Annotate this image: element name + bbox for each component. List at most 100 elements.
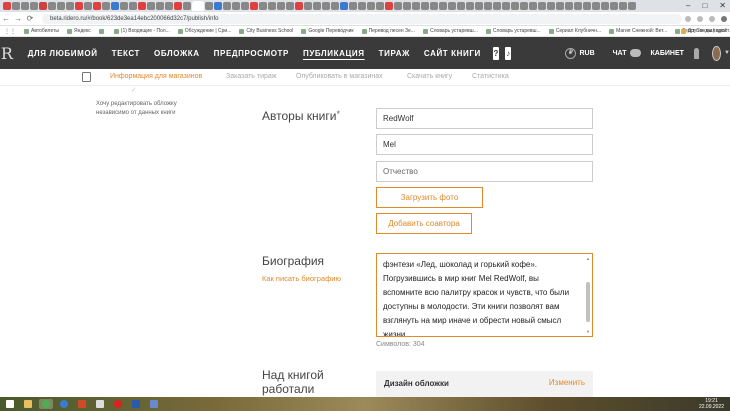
bookmark-item[interactable]: Автобилеты (24, 28, 59, 34)
browser-tab[interactable] (448, 2, 456, 10)
browser-tab[interactable] (439, 2, 447, 10)
clock[interactable]: 19:21 22.09.2022 (699, 398, 724, 410)
bookmark-item[interactable]: Яндекс (66, 28, 91, 34)
browser-tab[interactable] (385, 2, 393, 10)
app-icon[interactable] (147, 399, 161, 409)
browser-tab[interactable] (268, 2, 276, 10)
minimize-icon[interactable]: – (686, 1, 690, 10)
browser-tab[interactable] (174, 2, 182, 10)
biography-textarea[interactable]: фэнтези «Лед, шоколад и горький кофе». П… (376, 253, 593, 337)
browser-tab[interactable] (277, 2, 285, 10)
change-link[interactable]: Изменить (549, 378, 585, 387)
browser-tab[interactable] (358, 2, 366, 10)
browser-tab[interactable] (156, 2, 164, 10)
browser-tab[interactable] (331, 2, 339, 10)
browser-tab[interactable] (129, 2, 137, 10)
app-icon[interactable] (93, 399, 107, 409)
browser-tab[interactable] (75, 2, 83, 10)
browser-tab[interactable] (502, 2, 510, 10)
browser-tab-active[interactable] (192, 1, 204, 11)
browser-tab[interactable] (30, 2, 38, 10)
browser-tab[interactable] (214, 2, 222, 10)
browser-tab[interactable] (3, 2, 11, 10)
media-icon[interactable] (57, 399, 71, 409)
browser-tab[interactable] (111, 2, 119, 10)
help-button[interactable]: ? (492, 46, 500, 60)
close-window-icon[interactable]: ✕ (719, 1, 726, 10)
powerpoint-icon[interactable] (75, 399, 89, 409)
nav-item[interactable]: ПРЕДПРОСМОТР (214, 49, 289, 58)
browser-tab[interactable] (403, 2, 411, 10)
explorer-icon[interactable] (21, 399, 35, 409)
browser-tab[interactable] (259, 2, 267, 10)
browser-tab[interactable] (295, 2, 303, 10)
currency-selector[interactable]: ₽ RUB (565, 47, 595, 59)
browser-tab[interactable] (205, 2, 213, 10)
browser-tab[interactable] (511, 2, 519, 10)
url-input[interactable]: beta.ridero.ru/#/book/623de3ea14ebc20006… (42, 13, 682, 24)
nav-item[interactable]: ТИРАЖ (379, 49, 410, 58)
browser-tab[interactable] (286, 2, 294, 10)
browser-tab[interactable] (102, 2, 110, 10)
browser-tab[interactable] (21, 2, 29, 10)
tab-order-print[interactable]: Заказать тираж (226, 73, 276, 80)
browser-tab[interactable] (493, 2, 501, 10)
browser-tab[interactable] (547, 2, 555, 10)
last-name-field[interactable]: Mel (376, 134, 593, 155)
browser-tab[interactable] (322, 2, 330, 10)
browser-tab[interactable] (430, 2, 438, 10)
biography-help-link[interactable]: Как писать биографию (262, 274, 341, 283)
browser-tab[interactable] (520, 2, 528, 10)
nav-item[interactable]: САЙТ КНИГИ (424, 49, 481, 58)
back-icon[interactable]: ← (0, 14, 12, 23)
tab-store-info[interactable]: Информация для магазинов (110, 73, 202, 80)
browser-tab[interactable] (538, 2, 546, 10)
browser-tab[interactable] (619, 2, 627, 10)
browser-tab[interactable] (565, 2, 573, 10)
bookmark-item[interactable]: Словарь устаревш... (422, 28, 478, 34)
apps-icon[interactable]: ⋮⋮ (4, 28, 16, 35)
browser-tab[interactable] (241, 2, 249, 10)
extension-icon[interactable] (697, 15, 703, 22)
add-coauthor-button[interactable]: Добавить соавтора (376, 213, 472, 234)
browser-tab[interactable] (394, 2, 402, 10)
browser-tab[interactable] (421, 2, 429, 10)
tab-download-book[interactable]: Скачать книгу (407, 73, 452, 80)
nav-item[interactable]: ДЛЯ ЛЮБИМОЙ (28, 49, 98, 58)
browser-tab[interactable] (628, 2, 636, 10)
browser-tab[interactable] (367, 2, 375, 10)
bookmark-item[interactable]: City Business School (239, 28, 293, 34)
scroll-down-icon[interactable]: ▼ (585, 329, 591, 334)
bell-icon[interactable] (693, 47, 700, 59)
check-icon[interactable]: ✓ (131, 86, 137, 94)
music-button[interactable]: ♪ (505, 46, 512, 60)
browser-tab[interactable] (574, 2, 582, 10)
browser-tab[interactable] (57, 2, 65, 10)
profile-icon[interactable] (721, 15, 727, 22)
tab-statistics[interactable]: Статистика (472, 73, 509, 80)
bookmark-item[interactable]: (1) Входящие - Пол... (113, 28, 170, 34)
browser-tab[interactable] (601, 2, 609, 10)
browser-tab[interactable] (412, 2, 420, 10)
bookmark-item[interactable]: Магия Снежной: Вет... (609, 28, 667, 34)
start-icon[interactable] (3, 399, 17, 409)
browser-tab[interactable] (147, 2, 155, 10)
chevron-down-icon[interactable]: ▼ (724, 50, 730, 56)
tab-publish-stores[interactable]: Опубликовать в магазинах (296, 73, 383, 80)
browser-tab[interactable] (304, 2, 312, 10)
browser-tab[interactable] (592, 2, 600, 10)
reload-icon[interactable]: ⟳ (24, 14, 36, 23)
browser-tab[interactable] (66, 2, 74, 10)
upload-photo-button[interactable]: Загрузить фото (376, 187, 483, 208)
bookmark-item[interactable] (98, 28, 106, 34)
browser-tab[interactable] (120, 2, 128, 10)
ridero-logo[interactable]: R (0, 44, 14, 63)
browser-tab[interactable] (349, 2, 357, 10)
browser-tab[interactable] (556, 2, 564, 10)
chat-button[interactable]: ЧАТ (613, 49, 641, 57)
browser-tab[interactable] (466, 2, 474, 10)
browser-tab[interactable] (340, 2, 348, 10)
browser-tab[interactable] (183, 2, 191, 10)
forward-icon[interactable]: → (12, 14, 24, 23)
browser-tab[interactable] (223, 2, 231, 10)
